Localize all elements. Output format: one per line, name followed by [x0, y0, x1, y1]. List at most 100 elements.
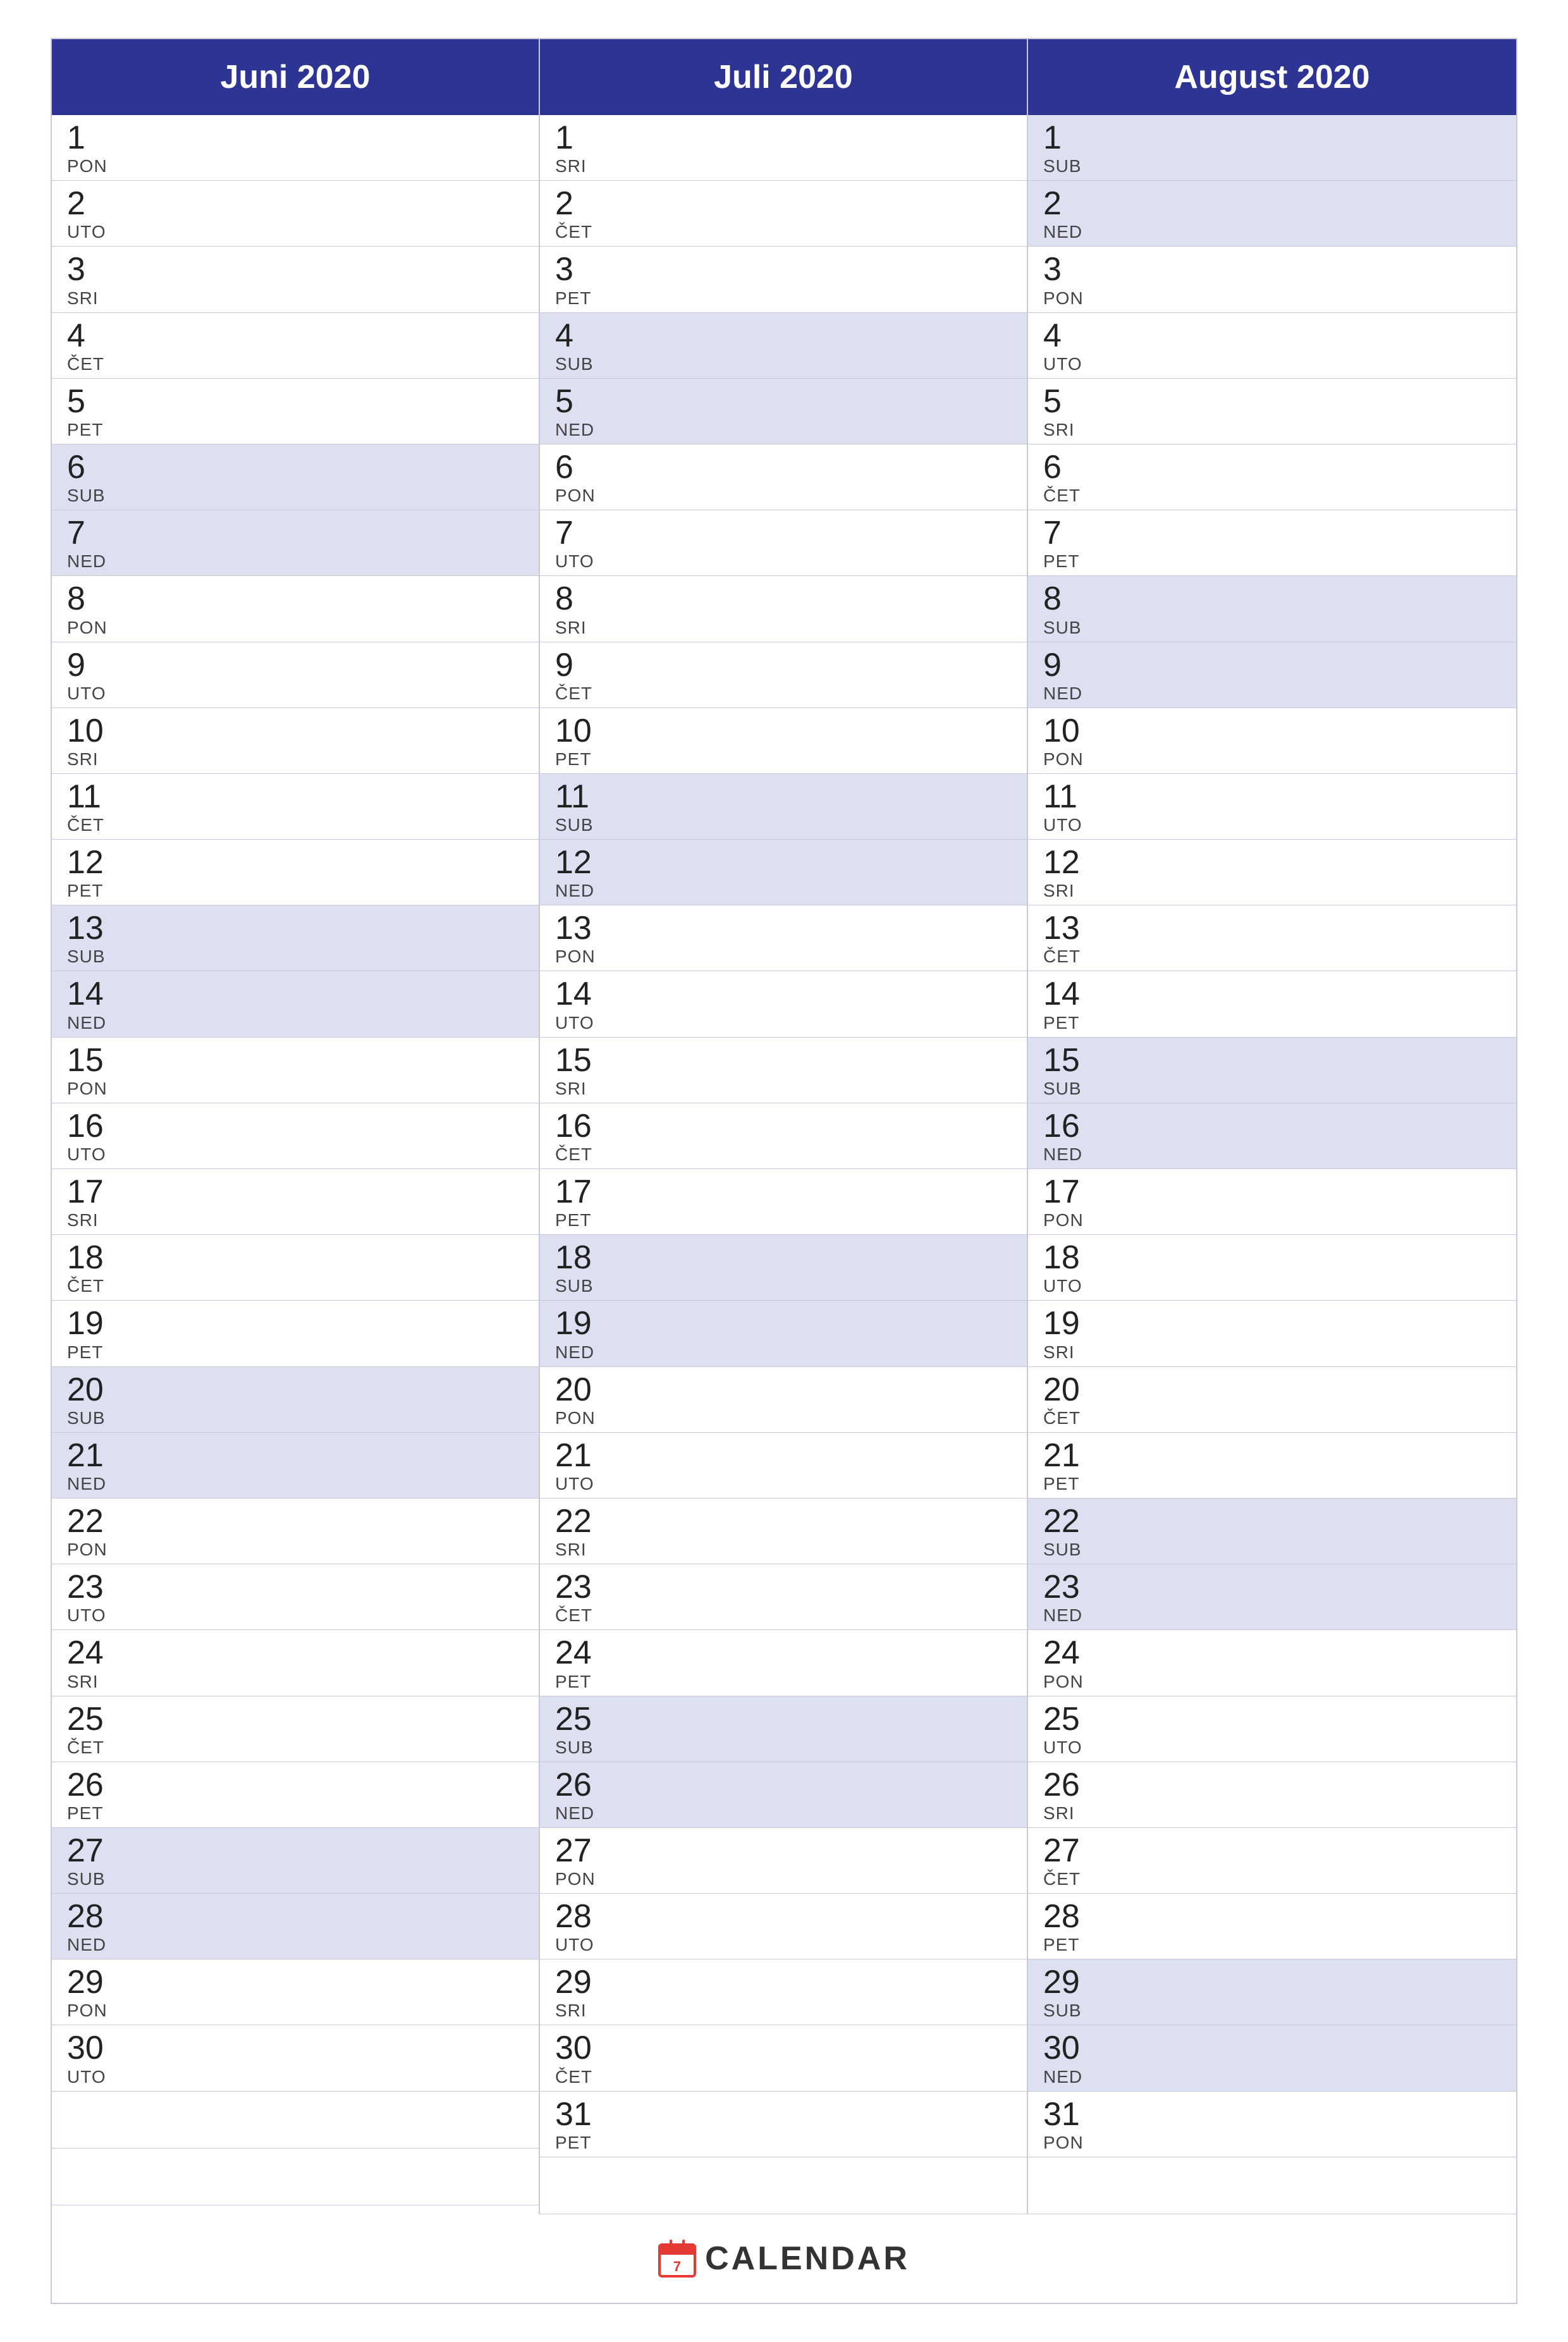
day-number-m1-d9: 10	[555, 713, 1012, 749]
day-name-m0-d7: PON	[67, 618, 524, 638]
day-cell-m1-d8: 9ČET	[540, 642, 1027, 708]
day-name-m1-d9: PET	[555, 749, 1012, 769]
day-name-m2-d6: PET	[1043, 551, 1501, 572]
day-number-m2-d30: 31	[1043, 2097, 1501, 2133]
day-name-m0-d28: PON	[67, 2001, 524, 2021]
day-name-m0-d23: SRI	[67, 1672, 524, 1692]
day-cell-m2-d29: 30NED	[1028, 2025, 1516, 2091]
day-number-m0-d7: 8	[67, 581, 524, 617]
day-cell-m0-d8: 9UTO	[52, 642, 539, 708]
day-cell-m2-d17: 18UTO	[1028, 1235, 1516, 1301]
day-number-m2-d0: 1	[1043, 120, 1501, 156]
day-number-m2-d13: 14	[1043, 976, 1501, 1012]
day-cell-m2-d19: 20ČET	[1028, 1367, 1516, 1433]
day-name-m0-d18: PET	[67, 1342, 524, 1363]
day-name-m0-d29: UTO	[67, 2067, 524, 2087]
day-name-m2-d15: NED	[1043, 1144, 1501, 1165]
day-cell-m0-d19: 20SUB	[52, 1367, 539, 1433]
day-name-m0-d25: PET	[67, 1803, 524, 1824]
day-number-m1-d21: 22	[555, 1504, 1012, 1540]
day-number-m2-d18: 19	[1043, 1306, 1501, 1342]
day-cell-m0-d23: 24SRI	[52, 1630, 539, 1696]
day-cell-m0-d1: 2UTO	[52, 181, 539, 247]
day-name-m0-d22: UTO	[67, 1605, 524, 1626]
day-cell-m0-d17: 18ČET	[52, 1235, 539, 1301]
day-cell-m0-d5: 6SUB	[52, 444, 539, 510]
day-cell-m2-d20: 21PET	[1028, 1433, 1516, 1499]
day-number-m2-d28: 29	[1043, 1965, 1501, 2001]
day-number-m2-d12: 13	[1043, 910, 1501, 947]
day-number-m0-d19: 20	[67, 1372, 524, 1408]
day-number-m0-d5: 6	[67, 450, 524, 486]
day-name-m0-d19: SUB	[67, 1408, 524, 1428]
day-cell-m1-d21: 22SRI	[540, 1499, 1027, 1564]
day-name-m2-d28: SUB	[1043, 2001, 1501, 2021]
day-name-m0-d9: SRI	[67, 749, 524, 769]
day-number-m1-d5: 6	[555, 450, 1012, 486]
day-cell-m0-d11: 12PET	[52, 840, 539, 905]
day-cell-m1-d11: 12NED	[540, 840, 1027, 905]
day-number-m2-d15: 16	[1043, 1108, 1501, 1144]
day-name-m0-d20: NED	[67, 1474, 524, 1494]
day-cell-m0-d18: 19PET	[52, 1301, 539, 1366]
day-number-m2-d1: 2	[1043, 186, 1501, 222]
day-name-m0-d26: SUB	[67, 1869, 524, 1889]
day-cell-m2-d6: 7PET	[1028, 510, 1516, 576]
day-cell-m0-d6: 7NED	[52, 510, 539, 576]
day-cell-m0-d20: 21NED	[52, 1433, 539, 1499]
day-number-m1-d3: 4	[555, 318, 1012, 354]
day-number-m1-d30: 31	[555, 2097, 1012, 2133]
day-name-m1-d17: SUB	[555, 1276, 1012, 1296]
day-cell-m2-d14: 15SUB	[1028, 1038, 1516, 1103]
day-name-m1-d15: ČET	[555, 1144, 1012, 1165]
day-number-m0-d10: 11	[67, 779, 524, 815]
day-name-m2-d1: NED	[1043, 222, 1501, 242]
day-number-m0-d29: 30	[67, 2030, 524, 2066]
day-name-m2-d14: SUB	[1043, 1079, 1501, 1099]
svg-text:7: 7	[673, 2259, 681, 2274]
day-cell-m1-d28: 29SRI	[540, 1959, 1027, 2025]
day-number-m1-d23: 24	[555, 1635, 1012, 1671]
day-number-m0-d26: 27	[67, 1833, 524, 1869]
day-cell-m0-d21: 22PON	[52, 1499, 539, 1564]
day-number-m0-d14: 15	[67, 1043, 524, 1079]
day-name-m0-d11: PET	[67, 881, 524, 901]
day-name-m1-d16: PET	[555, 1210, 1012, 1230]
day-cell-m0-d30	[52, 2092, 539, 2149]
day-cell-m2-d8: 9NED	[1028, 642, 1516, 708]
day-cell-m0-d3: 4ČET	[52, 313, 539, 379]
day-cell-m1-d1: 2ČET	[540, 181, 1027, 247]
day-name-m1-d5: PON	[555, 486, 1012, 506]
day-name-m1-d11: NED	[555, 881, 1012, 901]
day-name-m2-d20: PET	[1043, 1474, 1501, 1494]
day-name-m0-d15: UTO	[67, 1144, 524, 1165]
day-number-m2-d29: 30	[1043, 2030, 1501, 2066]
day-name-m1-d24: SUB	[555, 1738, 1012, 1758]
day-name-m2-d23: PON	[1043, 1672, 1501, 1692]
day-name-m0-d1: UTO	[67, 222, 524, 242]
day-number-m1-d17: 18	[555, 1240, 1012, 1276]
day-name-m0-d0: PON	[67, 156, 524, 176]
day-cell-m0-d28: 29PON	[52, 1959, 539, 2025]
day-number-m0-d27: 28	[67, 1899, 524, 1935]
day-name-m1-d20: UTO	[555, 1474, 1012, 1494]
day-number-m2-d24: 25	[1043, 1701, 1501, 1738]
day-cell-m1-d7: 8SRI	[540, 576, 1027, 642]
day-cell-m1-d4: 5NED	[540, 379, 1027, 444]
day-cell-m2-d1: 2NED	[1028, 181, 1516, 247]
day-cell-m1-d19: 20PON	[540, 1367, 1027, 1433]
day-name-m1-d29: ČET	[555, 2067, 1012, 2087]
day-cell-m2-d27: 28PET	[1028, 1894, 1516, 1959]
day-cell-m2-d25: 26SRI	[1028, 1762, 1516, 1828]
day-name-m1-d26: PON	[555, 1869, 1012, 1889]
day-name-m0-d4: PET	[67, 420, 524, 440]
day-cell-m0-d13: 14NED	[52, 971, 539, 1037]
day-cell-m1-d10: 11SUB	[540, 774, 1027, 840]
day-number-m1-d8: 9	[555, 647, 1012, 684]
header-row: Juni 2020Juli 2020August 2020	[52, 39, 1516, 115]
day-name-m2-d24: UTO	[1043, 1738, 1501, 1758]
day-cell-m1-d26: 27PON	[540, 1828, 1027, 1894]
day-number-m0-d16: 17	[67, 1174, 524, 1210]
month-col-0: 1PON2UTO3SRI4ČET5PET6SUB7NED8PON9UTO10SR…	[52, 115, 540, 2214]
day-cell-m1-d12: 13PON	[540, 905, 1027, 971]
